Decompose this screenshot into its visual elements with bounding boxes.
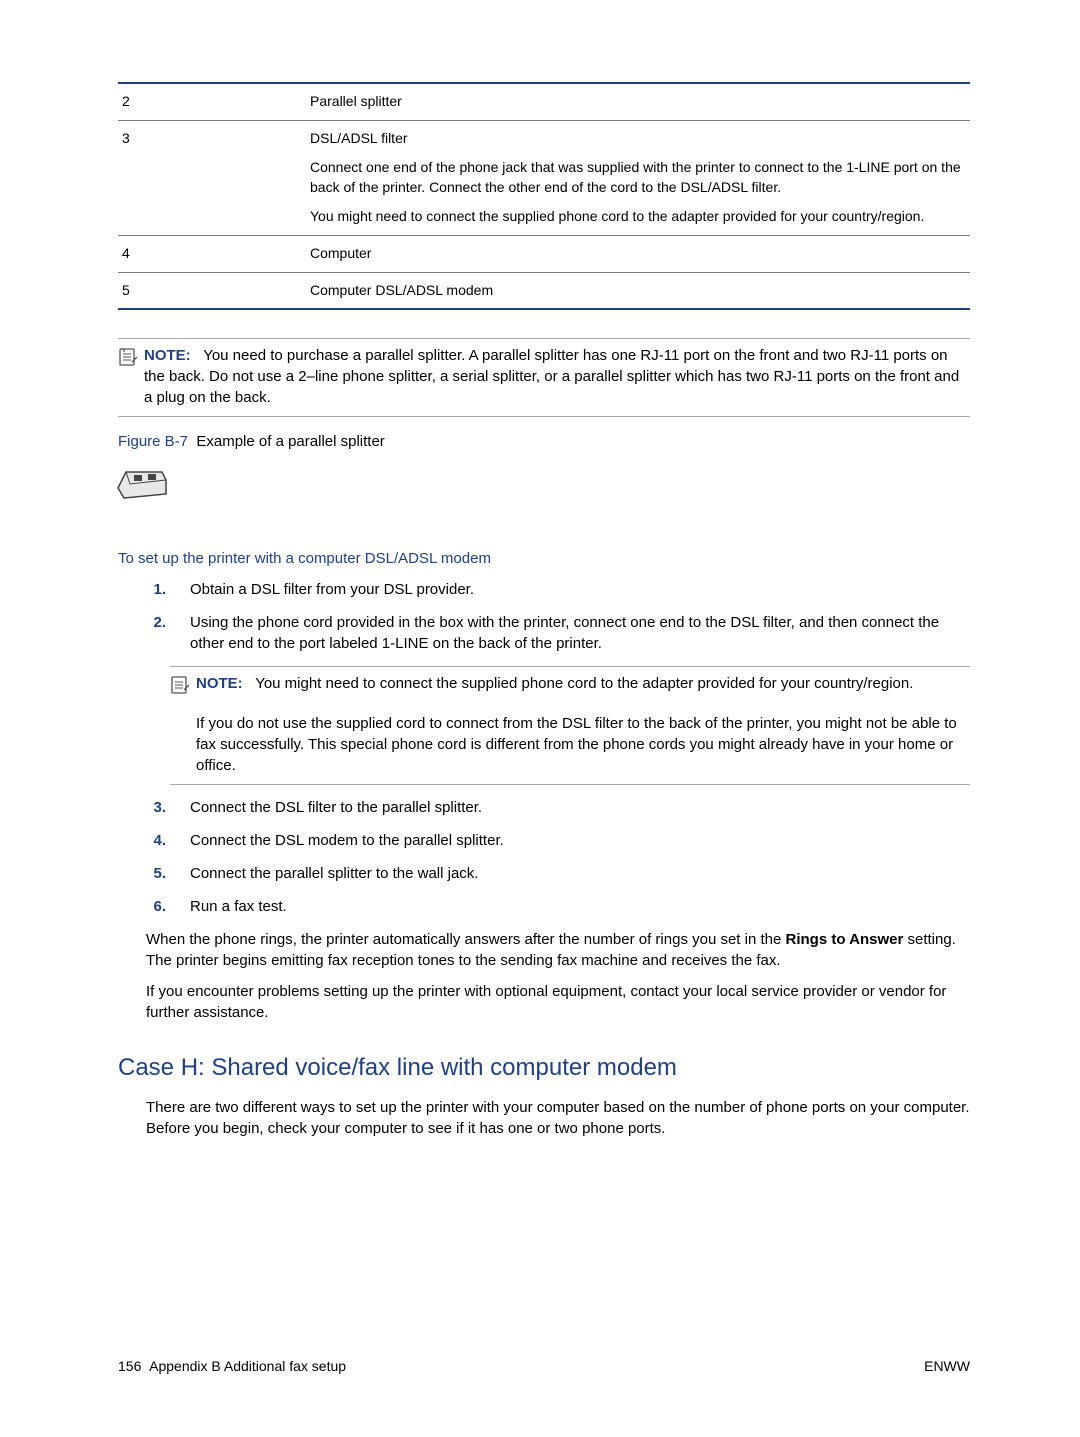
row-num: 4 xyxy=(118,235,306,272)
step-text: Connect the parallel splitter to the wal… xyxy=(190,863,970,884)
paragraph-rings: When the phone rings, the printer automa… xyxy=(146,929,970,971)
footer-right: ENWW xyxy=(924,1357,970,1377)
table-row: 4 Computer xyxy=(118,235,970,272)
step-num: 5. xyxy=(146,863,166,884)
inner-note-extra: If you do not use the supplied cord to c… xyxy=(196,713,970,776)
step-num: 1. xyxy=(146,579,166,600)
steps-list-continued: 3. Connect the DSL filter to the paralle… xyxy=(146,797,970,917)
list-item: 2. Using the phone cord provided in the … xyxy=(146,612,970,654)
step-text: Using the phone cord provided in the box… xyxy=(190,612,970,654)
row-num: 5 xyxy=(118,272,306,309)
row-desc: Computer xyxy=(306,235,970,272)
appendix-label: Appendix B Additional fax setup xyxy=(149,1358,346,1374)
step-text: Connect the DSL filter to the parallel s… xyxy=(190,797,970,818)
step-num: 4. xyxy=(146,830,166,851)
step-text: Connect the DSL modem to the parallel sp… xyxy=(190,830,970,851)
row-num: 2 xyxy=(118,83,306,120)
table-row: 3 DSL/ADSL filter Connect one end of the… xyxy=(118,120,970,235)
row3-line1: DSL/ADSL filter xyxy=(310,129,966,149)
callout-table: 2 Parallel splitter 3 DSL/ADSL filter Co… xyxy=(118,82,970,310)
case-h-text: There are two different ways to set up t… xyxy=(146,1097,970,1139)
figure-text: Example of a parallel splitter xyxy=(196,433,384,450)
footer-left: 156 Appendix B Additional fax setup xyxy=(118,1357,346,1377)
step-text: Obtain a DSL filter from your DSL provid… xyxy=(190,579,970,600)
note-text-1: NOTE: You need to purchase a parallel sp… xyxy=(144,345,970,408)
page-number: 156 xyxy=(118,1358,141,1374)
figure-label: Figure B-7 xyxy=(118,433,188,450)
note-block-2: NOTE: You might need to connect the supp… xyxy=(170,666,970,785)
steps-list: 1. Obtain a DSL filter from your DSL pro… xyxy=(146,579,970,654)
parallel-splitter-image xyxy=(112,458,970,508)
table-row: 5 Computer DSL/ADSL modem xyxy=(118,272,970,309)
list-item: 5. Connect the parallel splitter to the … xyxy=(146,863,970,884)
row-desc: Parallel splitter xyxy=(306,83,970,120)
table-row: 2 Parallel splitter xyxy=(118,83,970,120)
note-block-1: NOTE: You need to purchase a parallel sp… xyxy=(118,338,970,417)
setup-subheading: To set up the printer with a computer DS… xyxy=(118,548,970,569)
note-icon xyxy=(170,675,190,701)
row-desc: Computer DSL/ADSL modem xyxy=(306,272,970,309)
note-label: NOTE: xyxy=(196,675,243,692)
note-body: You need to purchase a parallel splitter… xyxy=(144,347,959,406)
list-item: 6. Run a fax test. xyxy=(146,896,970,917)
row-desc: DSL/ADSL filter Connect one end of the p… xyxy=(306,120,970,235)
page-footer: 156 Appendix B Additional fax setup ENWW xyxy=(118,1357,970,1377)
note-label: NOTE: xyxy=(144,347,191,364)
list-item: 4. Connect the DSL modem to the parallel… xyxy=(146,830,970,851)
step-num: 3. xyxy=(146,797,166,818)
step-text: Run a fax test. xyxy=(190,896,970,917)
note-body: You might need to connect the supplied p… xyxy=(255,675,913,692)
rings-to-answer-bold: Rings to Answer xyxy=(786,931,904,948)
note-text-2: NOTE: You might need to connect the supp… xyxy=(196,673,970,694)
list-item: 3. Connect the DSL filter to the paralle… xyxy=(146,797,970,818)
row-num: 3 xyxy=(118,120,306,235)
row3-line2: Connect one end of the phone jack that w… xyxy=(310,158,966,197)
para1-pre: When the phone rings, the printer automa… xyxy=(146,931,786,948)
case-h-heading: Case H: Shared voice/fax line with compu… xyxy=(118,1051,970,1085)
note-icon xyxy=(118,347,138,373)
row3-line3: You might need to connect the supplied p… xyxy=(310,207,966,227)
figure-caption: Figure B-7 Example of a parallel splitte… xyxy=(118,431,970,452)
list-item: 1. Obtain a DSL filter from your DSL pro… xyxy=(146,579,970,600)
step-num: 6. xyxy=(146,896,166,917)
step-num: 2. xyxy=(146,612,166,633)
paragraph-contact: If you encounter problems setting up the… xyxy=(146,981,970,1023)
